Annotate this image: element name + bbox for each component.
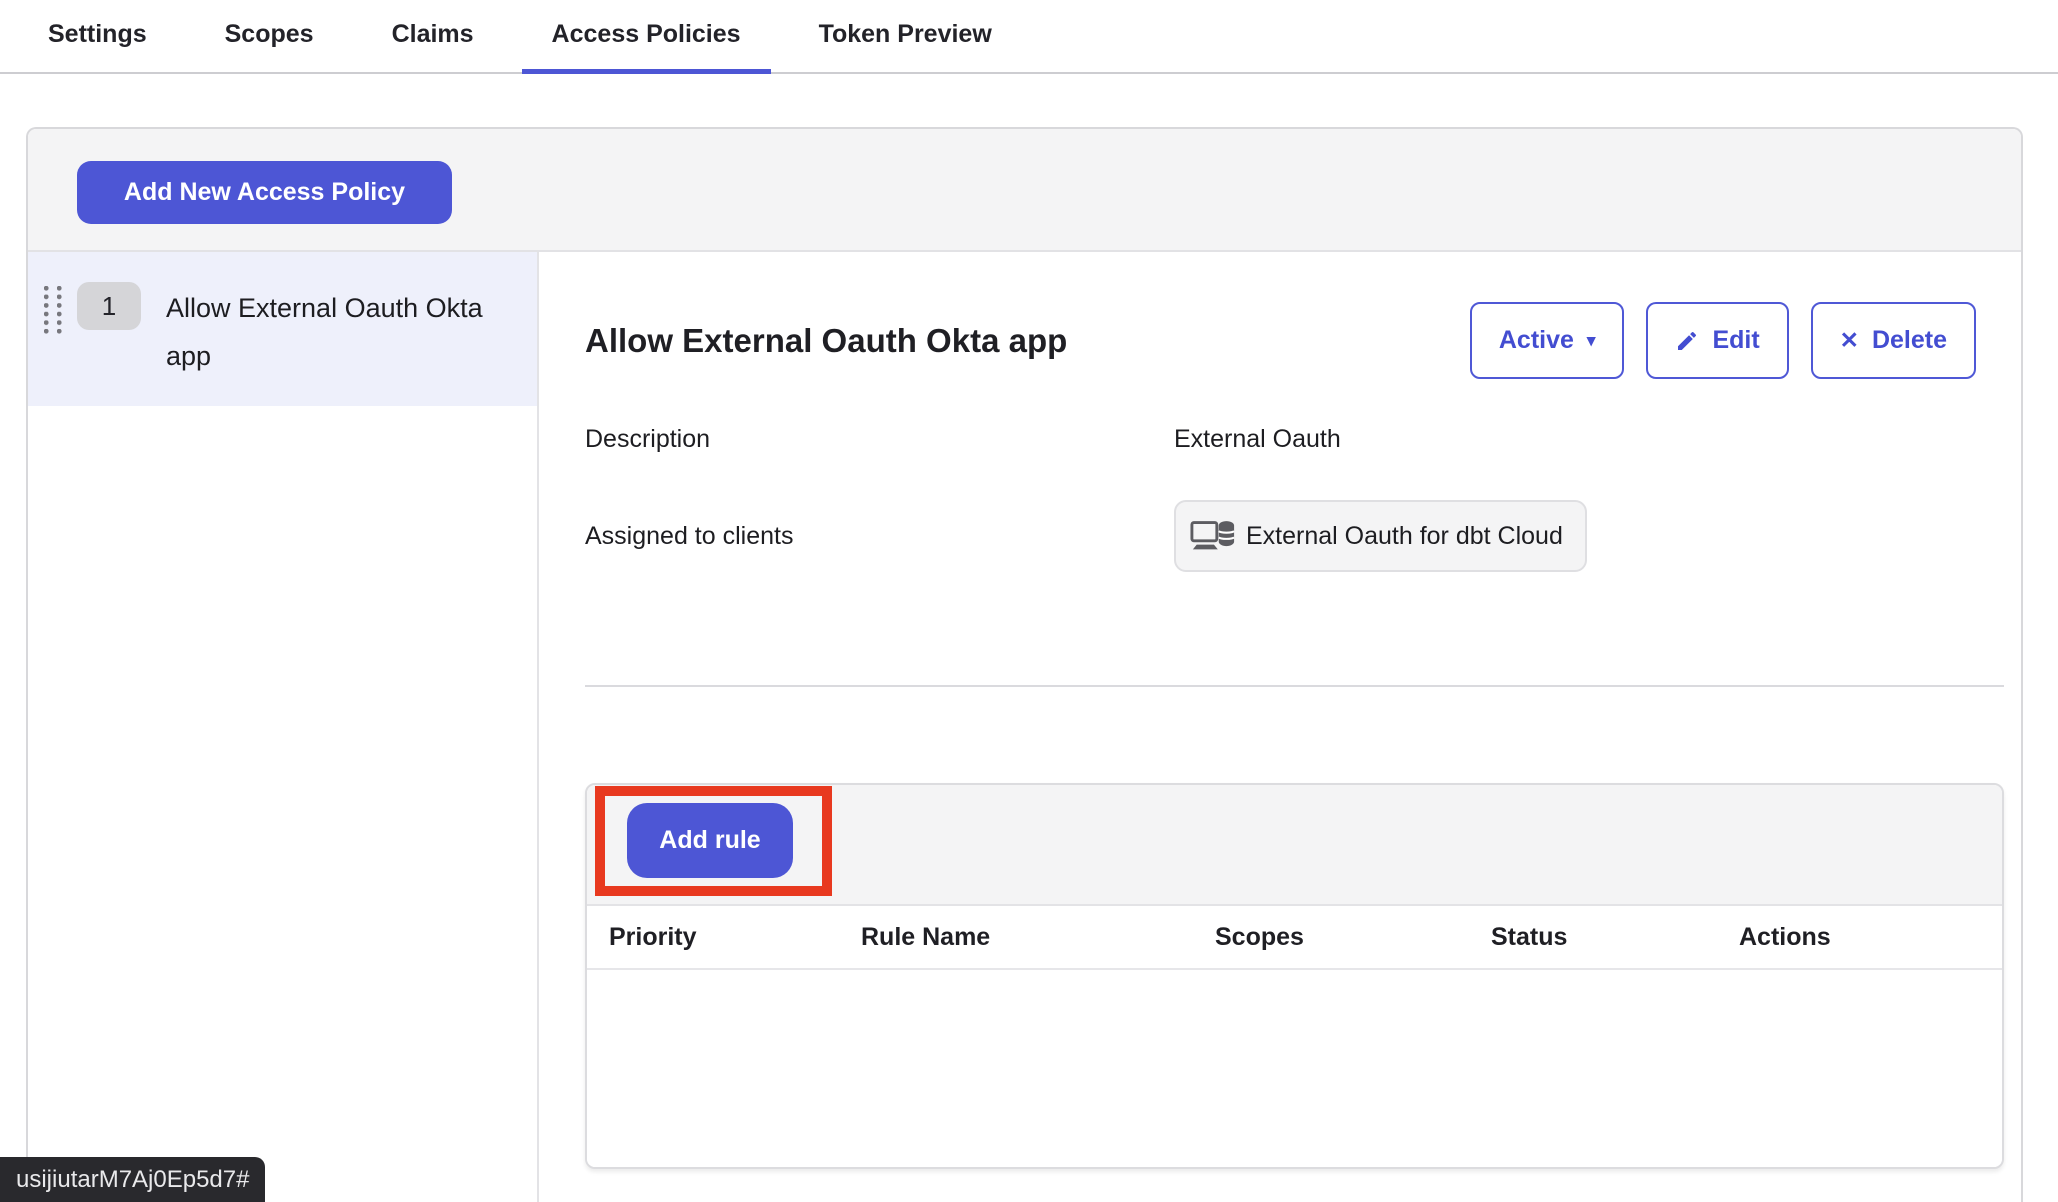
chevron-down-icon: ▾ <box>1587 332 1596 349</box>
tab-scopes-label: Scopes <box>225 20 314 49</box>
policy-detail-header: Allow External Oauth Okta app Active ▾ E… <box>585 302 2004 379</box>
description-value: External Oauth <box>1174 425 2004 454</box>
section-divider <box>585 685 2004 687</box>
rules-table-body <box>587 970 2002 1167</box>
tab-access-policies-label: Access Policies <box>552 20 741 49</box>
add-rule-button[interactable]: Add rule <box>627 803 793 878</box>
access-policies-panel: Add New Access Policy 1 Allow External O… <box>26 127 2023 1202</box>
rules-card: Add rule Priority Rule Name Scopes Statu… <box>585 783 2004 1169</box>
policy-list-item-label: Allow External Oauth Okta app <box>166 282 517 380</box>
policy-list: 1 Allow External Oauth Okta app <box>28 252 539 1202</box>
policy-detail: Allow External Oauth Okta app Active ▾ E… <box>539 252 2023 1202</box>
status-dropdown-button[interactable]: Active ▾ <box>1470 302 1625 379</box>
assigned-to-clients-label: Assigned to clients <box>585 522 1174 551</box>
delete-button-label: Delete <box>1872 326 1947 355</box>
tab-bar: Settings Scopes Claims Access Policies T… <box>0 0 2058 74</box>
tab-settings-label: Settings <box>48 20 147 49</box>
add-new-access-policy-button[interactable]: Add New Access Policy <box>77 161 452 224</box>
tab-claims[interactable]: Claims <box>362 0 504 74</box>
column-status: Status <box>1491 923 1739 952</box>
description-label: Description <box>585 425 1174 454</box>
tab-access-policies[interactable]: Access Policies <box>522 0 771 74</box>
rules-table-header: Priority Rule Name Scopes Status Actions <box>587 906 2002 970</box>
panel-toolbar: Add New Access Policy <box>28 129 2021 252</box>
annotation-highlight-box: Add rule <box>595 786 832 896</box>
client-chip: External Oauth for dbt Cloud <box>1174 500 1587 572</box>
delete-button[interactable]: ✕ Delete <box>1811 302 1976 379</box>
policy-action-buttons: Active ▾ Edit ✕ Delete <box>1470 302 1976 379</box>
tab-claims-label: Claims <box>392 20 474 49</box>
policy-list-item[interactable]: 1 Allow External Oauth Okta app <box>28 252 537 406</box>
column-priority: Priority <box>609 923 861 952</box>
tab-token-preview-label: Token Preview <box>819 20 992 49</box>
column-scopes: Scopes <box>1215 923 1491 952</box>
policy-title: Allow External Oauth Okta app <box>585 322 1067 360</box>
tab-settings[interactable]: Settings <box>18 0 177 74</box>
drag-handle-icon[interactable] <box>44 286 62 335</box>
status-dropdown-label: Active <box>1499 326 1574 355</box>
rules-toolbar: Add rule <box>587 785 2002 906</box>
policy-order-badge: 1 <box>77 282 141 330</box>
edit-button[interactable]: Edit <box>1646 302 1788 379</box>
panel-body: 1 Allow External Oauth Okta app Allow Ex… <box>28 252 2021 1202</box>
client-chip-label: External Oauth for dbt Cloud <box>1246 522 1563 551</box>
policy-fields: Description External Oauth Assigned to c… <box>585 425 2004 572</box>
client-app-icon <box>1190 516 1236 556</box>
column-rule-name: Rule Name <box>861 923 1215 952</box>
pencil-icon <box>1675 329 1699 353</box>
close-icon: ✕ <box>1840 329 1859 352</box>
tab-scopes[interactable]: Scopes <box>195 0 344 74</box>
tab-token-preview[interactable]: Token Preview <box>789 0 1022 74</box>
edit-button-label: Edit <box>1712 326 1759 355</box>
url-preview-tooltip: usijiutarM7Aj0Ep5d7# <box>0 1157 265 1202</box>
column-actions: Actions <box>1739 923 2002 952</box>
